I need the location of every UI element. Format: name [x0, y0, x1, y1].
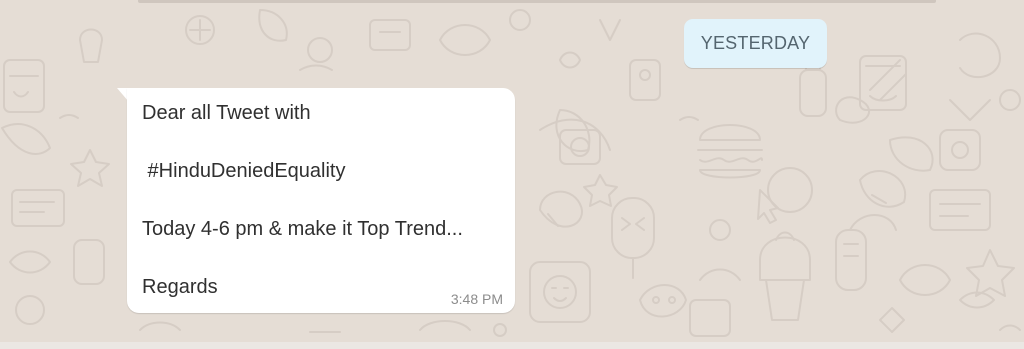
date-separator-label: YESTERDAY	[700, 33, 811, 53]
incoming-message-bubble[interactable]: Dear all Tweet with #HinduDeniedEquality…	[127, 88, 515, 313]
message-text-line: Dear all Tweet with	[142, 102, 311, 124]
date-separator: YESTERDAY	[684, 19, 827, 68]
previous-message-edge	[138, 0, 936, 3]
chat-background: YESTERDAY Dear all Tweet with #HinduDeni…	[0, 0, 1024, 349]
message-text-line: Regards	[142, 276, 218, 298]
message-text-line: Today 4-6 pm & make it Top Trend...	[142, 218, 463, 240]
composer-edge	[0, 342, 1024, 349]
message-timestamp: 3:48 PM	[450, 291, 503, 307]
message-text-line: #HinduDeniedEquality	[142, 160, 346, 182]
